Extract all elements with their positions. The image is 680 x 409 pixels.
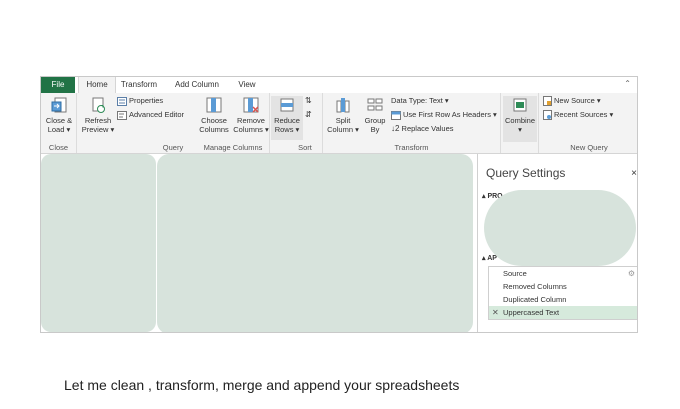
group-label-transform: Transform [394, 143, 429, 152]
replace-values-icon: ↓2 [391, 124, 400, 133]
step-label: Uppercased Text [503, 308, 560, 317]
reduce-rows-label-1: Reduce [274, 116, 300, 125]
split-column-icon [336, 98, 350, 113]
refresh-preview-button[interactable]: Refresh Preview ▾ [81, 96, 115, 134]
data-type-dropdown[interactable]: Data Type: Text ▾ [391, 96, 449, 106]
collapse-ribbon-icon[interactable]: ⌃ [624, 79, 631, 88]
advanced-editor-icon [117, 110, 127, 120]
close-load-button[interactable]: Close & Load ▾ [42, 96, 76, 134]
tab-view[interactable]: View [231, 77, 263, 93]
delete-step-icon[interactable]: ✕ [492, 306, 499, 319]
step-removed-columns[interactable]: Removed Columns [489, 280, 637, 293]
reduce-rows-label-2: Rows ▾ [274, 125, 300, 134]
group-sort: Reduce Rows ▾ ⇅ ⇵ Sort [270, 93, 323, 153]
step-source[interactable]: Source ⚙ [489, 267, 637, 280]
remove-columns-icon [243, 97, 259, 113]
advanced-editor-button[interactable]: Advanced Editor [117, 110, 184, 120]
combine-button[interactable]: Combine ▾ [503, 96, 537, 142]
combine-label-2: ▾ [518, 125, 522, 134]
data-type-label: Data Type: Text ▾ [391, 96, 449, 105]
group-label-sort: Sort [298, 143, 312, 152]
step-uppercased-text[interactable]: ✕ Uppercased Text [489, 306, 637, 319]
query-settings-title: Query Settings [486, 166, 566, 180]
refresh-label-2: Preview ▾ [81, 125, 115, 134]
query-settings-pane: Query Settings × ▴ PRO ▴ AP Source ⚙ Rem… [477, 154, 637, 332]
combine-label-1: Combine [504, 116, 535, 125]
group-by-label-2: By [370, 125, 380, 134]
remove-columns-label-1: Remove [237, 116, 265, 125]
split-column-label-1: Split [335, 116, 351, 125]
tab-file[interactable]: File [41, 77, 75, 93]
choose-columns-button[interactable]: Choose Columns [196, 96, 232, 134]
tab-home[interactable]: Home [78, 77, 116, 94]
sort-descending-icon[interactable]: ⇵ [305, 110, 312, 120]
first-row-headers-label: Use First Row As Headers ▾ [403, 110, 497, 119]
step-label: Duplicated Column [503, 295, 567, 304]
split-column-label-2: Column ▾ [327, 125, 359, 134]
split-column-button[interactable]: Split Column ▾ [325, 96, 361, 134]
refresh-icon [92, 97, 105, 113]
group-label-new-query: New Query [570, 143, 608, 152]
close-load-label-2: Load ▾ [47, 125, 71, 134]
queries-pane-placeholder [41, 154, 156, 332]
gear-icon[interactable]: ⚙ [628, 267, 635, 280]
recent-sources-label: Recent Sources ▾ [554, 110, 614, 119]
applied-steps-list: Source ⚙ Removed Columns Duplicated Colu… [488, 266, 637, 320]
remove-columns-label-2: Columns ▾ [233, 125, 269, 134]
group-new-query: New Source ▾ Recent Sources ▾ New Query [539, 93, 637, 153]
step-label: Removed Columns [503, 282, 567, 291]
properties-placeholder [484, 190, 636, 266]
group-by-button[interactable]: Group By [361, 96, 389, 134]
table-header-icon [391, 110, 401, 120]
recent-sources-icon [543, 110, 552, 121]
step-label: Source [503, 269, 527, 278]
replace-values-button[interactable]: ↓2 Replace Values [391, 124, 454, 134]
close-load-label-1: Close & [45, 116, 73, 125]
sort-ascending-icon[interactable]: ⇅ [305, 96, 312, 106]
tab-add-column[interactable]: Add Column [169, 77, 225, 93]
properties-button[interactable]: Properties [117, 96, 163, 106]
choose-columns-icon [206, 97, 222, 113]
query-content-area: Query Settings × ▴ PRO ▴ AP Source ⚙ Rem… [41, 154, 637, 332]
new-source-button[interactable]: New Source ▾ [543, 96, 601, 107]
properties-icon [117, 96, 127, 106]
close-load-icon [51, 97, 67, 113]
ribbon: Close & Load ▾ Close Refresh Preview ▾ P… [41, 93, 637, 154]
choose-columns-label-1: Choose [201, 116, 227, 125]
data-preview-placeholder [157, 154, 473, 332]
group-label-close: Close [48, 143, 69, 152]
reduce-rows-button[interactable]: Reduce Rows ▾ [271, 96, 303, 140]
promo-caption: Let me clean , transform, merge and appe… [64, 377, 460, 393]
recent-sources-button[interactable]: Recent Sources ▾ [543, 110, 614, 121]
group-combine: Combine ▾ [501, 93, 539, 153]
group-close: Close & Load ▾ Close [41, 93, 77, 153]
tab-transform[interactable]: Transform [116, 77, 162, 93]
advanced-editor-label: Advanced Editor [129, 110, 185, 119]
close-icon[interactable]: × [631, 168, 637, 179]
combine-icon [513, 98, 527, 112]
reduce-rows-icon [280, 98, 294, 112]
new-source-icon [543, 96, 552, 107]
refresh-label-1: Refresh [84, 116, 112, 125]
first-row-headers-button[interactable]: Use First Row As Headers ▾ [391, 110, 497, 120]
group-manage-columns: Choose Columns Remove Columns ▾ Manage C… [196, 93, 270, 153]
power-query-window: File Home Transform Add Column View ⌃ Cl… [40, 76, 638, 333]
group-transform: Split Column ▾ Group By Data Type: Text … [323, 93, 501, 153]
ribbon-tabs: File Home Transform Add Column View ⌃ [41, 77, 637, 94]
group-by-label-1: Group [364, 116, 386, 125]
replace-values-label: Replace Values [401, 124, 454, 133]
properties-label: Properties [129, 96, 164, 105]
new-source-label: New Source ▾ [554, 96, 601, 105]
choose-columns-label-2: Columns [199, 125, 229, 134]
group-by-icon [367, 98, 383, 111]
group-label-manage-columns: Manage Columns [203, 143, 263, 152]
step-duplicated-column[interactable]: Duplicated Column [489, 293, 637, 306]
remove-columns-button[interactable]: Remove Columns ▾ [232, 96, 270, 134]
